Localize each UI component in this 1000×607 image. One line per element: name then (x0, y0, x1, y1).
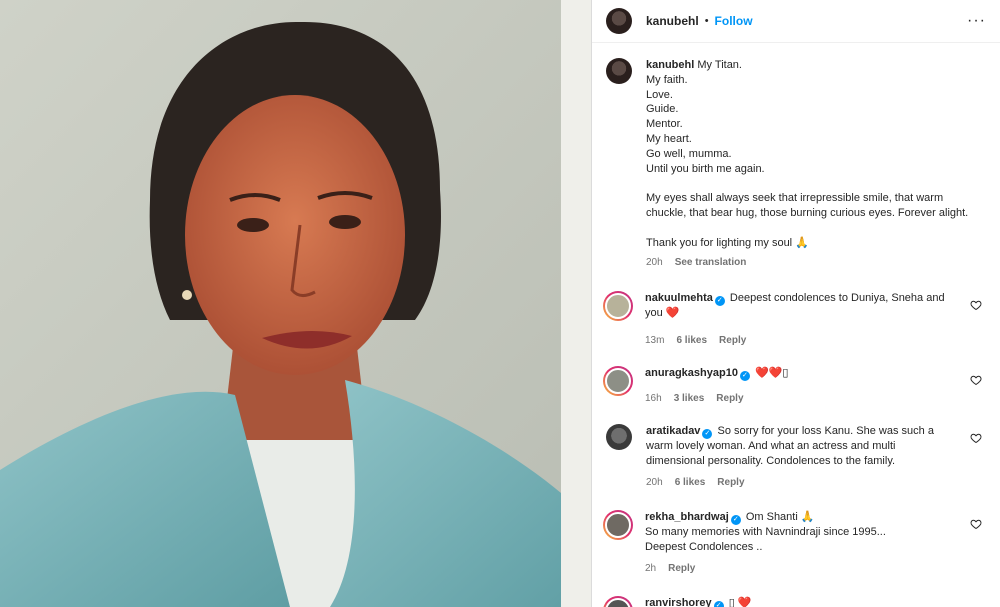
avatar[interactable] (603, 510, 633, 541)
comment-time[interactable]: 16h (645, 391, 662, 406)
comment-item: anuragkashyap10 ✓ ❤️❤️▯ 16h 3 likes Reply (603, 366, 986, 406)
comment-body: aratikadav ✓ So sorry for your loss Kanu.… (646, 424, 946, 490)
comment-body: ranvirshorey ✓ ▯ ❤️ (645, 596, 945, 607)
caption-text: My Titan. My faith. Love. Guide. Mentor.… (646, 59, 969, 249)
comments-panel: kanubehl • Follow ··· kanubehl My Titan.… (591, 0, 1000, 607)
avatar[interactable] (603, 291, 633, 322)
avatar[interactable] (606, 8, 632, 34)
reply-button[interactable]: Reply (717, 475, 744, 490)
portrait-image (0, 0, 591, 607)
avatar[interactable] (606, 58, 632, 84)
more-icon[interactable]: ··· (967, 12, 986, 30)
separator-dot: • (704, 15, 709, 27)
heart-outline-icon[interactable] (970, 299, 982, 311)
post-photo[interactable] (0, 0, 591, 607)
comment-item: rekha_bhardwaj ✓ Om Shanti 🙏 So many memo… (603, 510, 986, 576)
comment-text: ❤️❤️▯ (755, 367, 789, 380)
comment-item: nakuulmehta ✓ Deepest condolences to Duni… (603, 291, 986, 348)
caption-time[interactable]: 20h (646, 256, 663, 271)
comment-item: ranvirshorey ✓ ▯ ❤️ (603, 596, 986, 607)
comment-time[interactable]: 20h (646, 475, 663, 490)
verified-icon: ✓ (739, 371, 750, 382)
comment-likes[interactable]: 6 likes (675, 475, 706, 490)
heart-outline-icon[interactable] (970, 432, 982, 444)
avatar[interactable] (606, 424, 632, 451)
reply-button[interactable]: Reply (716, 391, 743, 406)
comment-username[interactable]: aratikadav (646, 425, 700, 437)
caption-meta: 20h See translation (646, 256, 976, 271)
follow-button[interactable]: Follow (715, 14, 753, 28)
comment-meta: 16h 3 likes Reply (645, 391, 945, 406)
heart-outline-icon[interactable] (970, 374, 982, 386)
avatar[interactable] (603, 596, 633, 607)
header-username[interactable]: kanubehl (646, 14, 699, 28)
see-translation-link[interactable]: See translation (675, 256, 747, 271)
post-header: kanubehl • Follow ··· (592, 0, 1000, 43)
comment-body: nakuulmehta ✓ Deepest condolences to Duni… (645, 291, 945, 348)
verified-icon: ✓ (702, 429, 713, 440)
caption-username[interactable]: kanubehl (646, 59, 694, 71)
avatar[interactable] (603, 366, 633, 397)
verified-icon: ✓ (714, 296, 725, 307)
comment-meta: 20h 6 likes Reply (646, 475, 946, 490)
reply-button[interactable]: Reply (719, 333, 746, 348)
heart-outline-icon[interactable] (970, 518, 982, 530)
caption-body: kanubehl My Titan. My faith. Love. Guide… (646, 58, 976, 271)
comment-username[interactable]: anuragkashyap10 (645, 367, 738, 379)
comment-body: anuragkashyap10 ✓ ❤️❤️▯ 16h 3 likes Reply (645, 366, 945, 406)
comment-username[interactable]: ranvirshorey (645, 597, 712, 607)
comment-time[interactable]: 13m (645, 333, 664, 348)
comment-likes[interactable]: 6 likes (676, 333, 707, 348)
comment-username[interactable]: nakuulmehta (645, 292, 713, 304)
verified-icon: ✓ (713, 601, 724, 607)
comment-time[interactable]: 2h (645, 561, 656, 576)
verified-icon: ✓ (730, 515, 741, 526)
reply-button[interactable]: Reply (668, 561, 695, 576)
comment-meta: 13m 6 likes Reply (645, 333, 945, 348)
comment-username[interactable]: rekha_bhardwaj (645, 511, 729, 523)
comment-likes[interactable]: 3 likes (674, 391, 705, 406)
comment-meta: 2h Reply (645, 561, 945, 576)
comment-body: rekha_bhardwaj ✓ Om Shanti 🙏 So many memo… (645, 510, 945, 576)
post-modal: kanubehl • Follow ··· kanubehl My Titan.… (0, 0, 1000, 607)
caption: kanubehl My Titan. My faith. Love. Guide… (606, 58, 986, 271)
comments-scroll[interactable]: kanubehl My Titan. My faith. Love. Guide… (592, 44, 1000, 607)
comment-item: aratikadav ✓ So sorry for your loss Kanu.… (606, 424, 986, 490)
comment-text: ▯ ❤️ (728, 597, 752, 607)
